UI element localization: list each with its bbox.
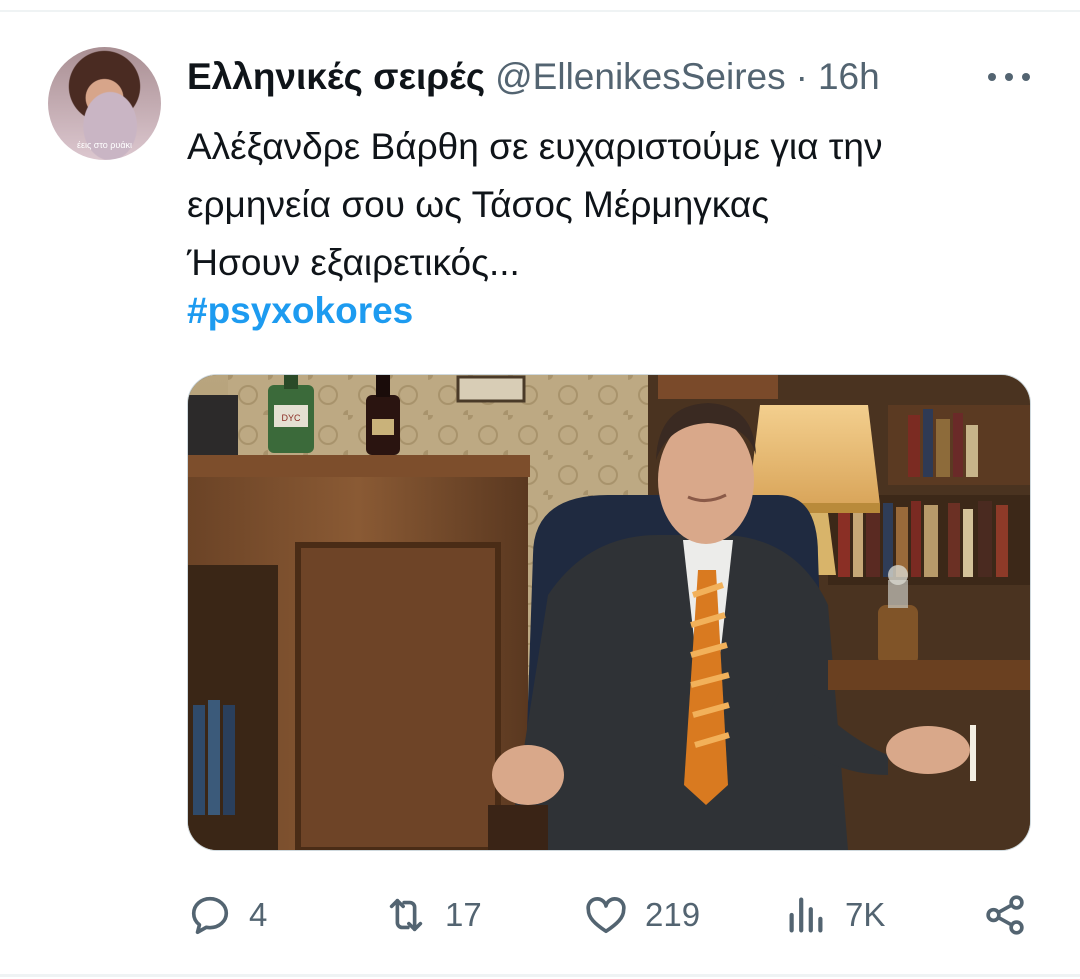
views-button[interactable]: 7K	[783, 887, 885, 943]
share-nodes-icon	[986, 895, 1024, 935]
retweet-button[interactable]: 17	[383, 887, 482, 943]
header-separator: ·	[795, 56, 808, 97]
more-dot	[988, 73, 996, 81]
views-count: 7K	[845, 896, 886, 933]
reply-count: 4	[249, 896, 268, 933]
comment-bubble-icon	[191, 896, 229, 935]
tweet-text: Αλέξανδρε Βάρθη σε ευχαριστούμε για την …	[187, 118, 1027, 292]
more-dot	[1005, 73, 1013, 81]
bar-chart-icon	[789, 897, 823, 933]
hashtag-link[interactable]: #psyxokores	[187, 282, 413, 340]
author-handle[interactable]: @EllenikesSeires	[495, 56, 786, 98]
top-divider	[0, 10, 1080, 12]
tweet-header: Ελληνικές σειρές @EllenikesSeires · 16h	[187, 55, 1040, 99]
share-button[interactable]	[982, 887, 1028, 943]
more-horizontal-icon[interactable]	[988, 57, 1030, 97]
bottom-divider	[0, 974, 1080, 977]
heart-icon	[586, 897, 626, 934]
tweet-timestamp[interactable]: 16h	[818, 56, 880, 98]
media-scene: DYC	[188, 375, 1030, 850]
avatar-caption: έεις στο ρυάκι	[76, 140, 133, 150]
tweet-media-image[interactable]: DYC	[187, 374, 1031, 851]
retweet-arrows-icon	[389, 898, 423, 932]
bottle-label: DYC	[281, 413, 301, 423]
tweet-text-line: ερμηνεία σου ως Τάσος Μέρμηγκας	[187, 184, 770, 225]
reply-button[interactable]: 4	[187, 887, 267, 943]
author-display-name[interactable]: Ελληνικές σειρές	[187, 56, 485, 98]
avatar[interactable]: έεις στο ρυάκι	[48, 47, 161, 160]
retweet-count: 17	[445, 896, 482, 933]
more-dot	[1022, 73, 1030, 81]
tweet-text-line: Αλέξανδρε Βάρθη σε ευχαριστούμε για την	[187, 126, 883, 167]
like-count: 219	[645, 896, 701, 933]
tweet-actions: 4 17 219 7K	[187, 887, 1028, 943]
lamp-shade	[748, 405, 880, 505]
like-button[interactable]: 219	[583, 887, 700, 943]
